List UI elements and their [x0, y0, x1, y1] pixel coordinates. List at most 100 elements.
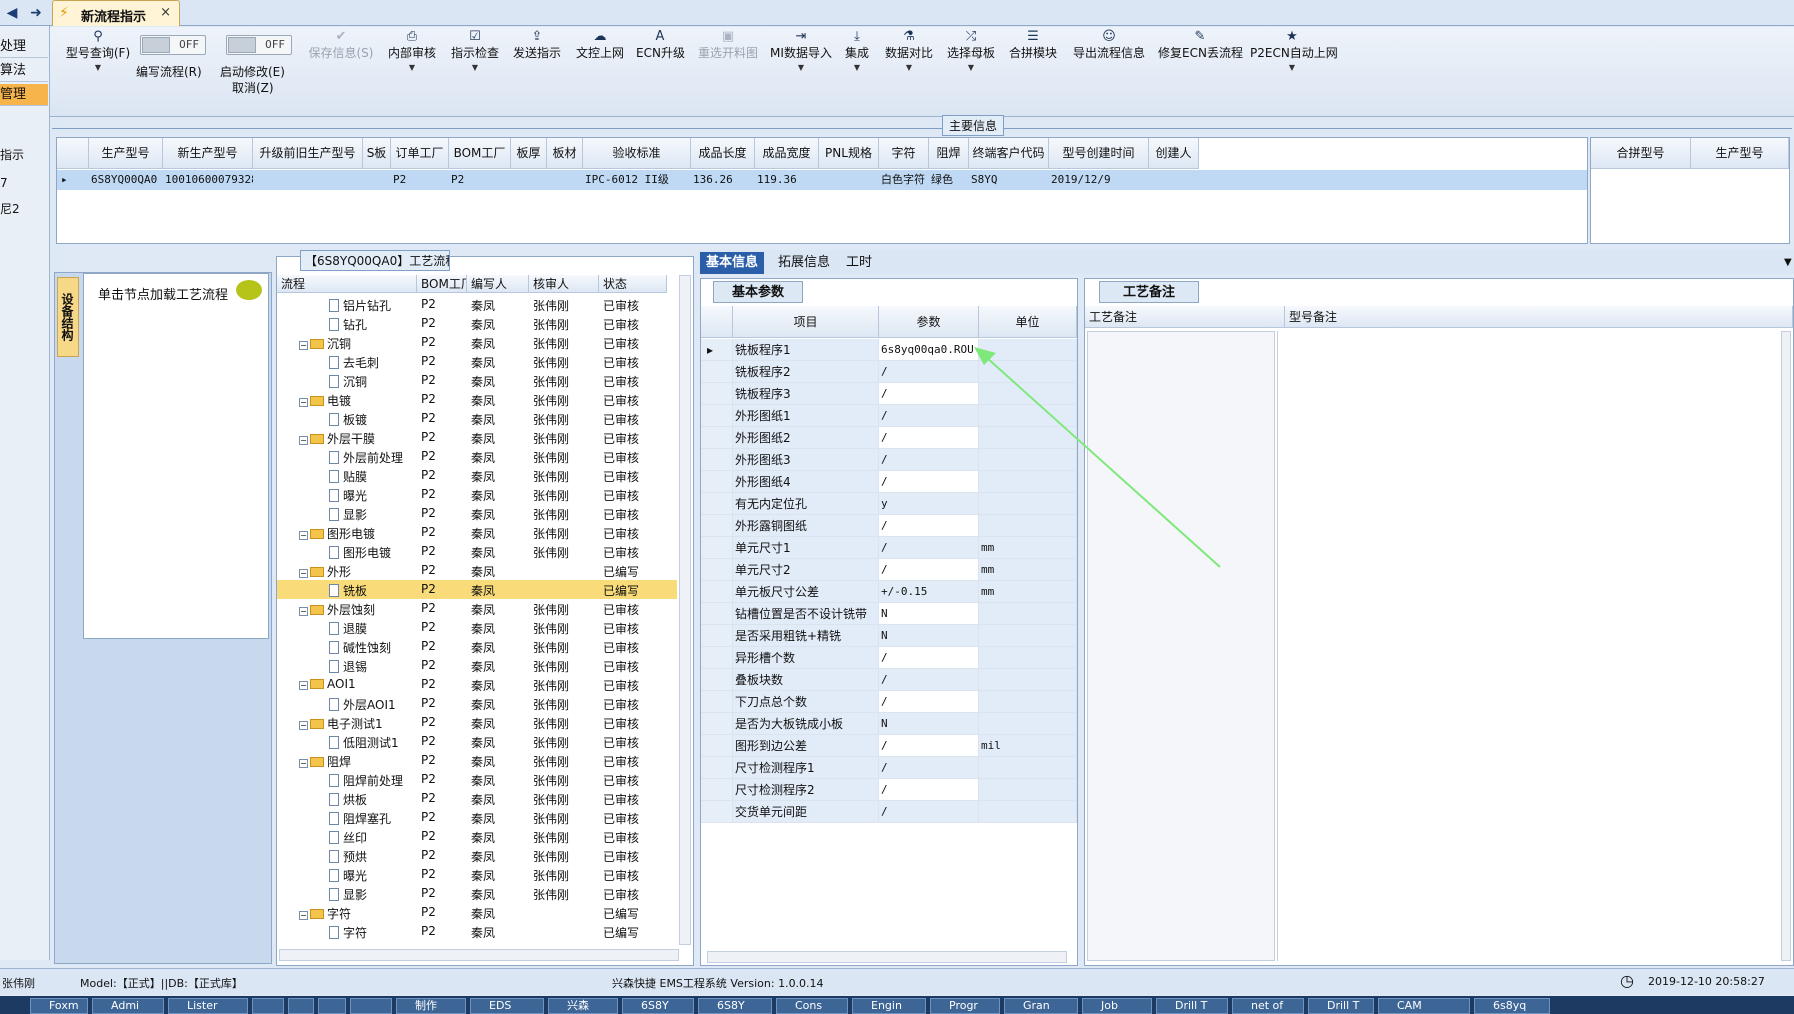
merge-module-button[interactable]: ☰ 合拼模块 [1006, 29, 1060, 61]
param-row[interactable]: 是否采用粗铣+精铣 N [701, 625, 1077, 647]
taskbar-item[interactable]: Foxm [30, 998, 88, 1014]
tree-row[interactable]: − 电子测试1 P2 秦凤 张伟刚 已审核 [277, 713, 677, 732]
tree-row[interactable]: − 图形电镀 P2 秦凤 张伟刚 已审核 [277, 523, 677, 542]
param-value[interactable]: / [879, 361, 979, 383]
tree-row[interactable]: − AOI1 P2 秦凤 张伟刚 已审核 [277, 675, 677, 694]
tree-row[interactable]: − 字符 P2 秦凤 已编写 [277, 903, 677, 922]
param-row[interactable]: 异形槽个数 / [701, 647, 1077, 669]
param-row[interactable]: 图形到边公差 / mil [701, 735, 1077, 757]
taskbar-item[interactable]: Progr [930, 998, 1000, 1014]
param-value[interactable]: / [879, 537, 979, 559]
param-value[interactable]: / [879, 449, 979, 471]
tree-row[interactable]: 退膜 P2 秦凤 张伟刚 已审核 [277, 618, 677, 637]
left-nav-extra-0[interactable]: 指示 [0, 146, 48, 163]
taskbar-item[interactable] [350, 998, 392, 1014]
param-value[interactable]: / [879, 405, 979, 427]
tab-work-hours[interactable]: 工时 [840, 252, 878, 274]
ecn-upgrade-button[interactable]: A ECN升级 [636, 29, 685, 61]
column-header[interactable]: 型号创建时间 [1049, 138, 1149, 169]
collapse-icon[interactable]: − [299, 531, 308, 540]
tree-row[interactable]: 阻焊塞孔 P2 秦凤 张伟刚 已审核 [277, 808, 677, 827]
tree-row[interactable]: 碱性蚀刻 P2 秦凤 张伟刚 已审核 [277, 637, 677, 656]
tree-row[interactable]: 外层前处理 P2 秦凤 张伟刚 已审核 [277, 447, 677, 466]
column-header[interactable]: BOM工厂 [449, 138, 511, 169]
taskbar-item[interactable]: 6S8Y [698, 998, 772, 1014]
tree-row[interactable]: 丝印 P2 秦凤 张伟刚 已审核 [277, 827, 677, 846]
taskbar-item[interactable]: Drill T [1308, 998, 1374, 1014]
column-header[interactable]: 编写人 [467, 275, 529, 293]
column-header[interactable]: 验收标准 [583, 138, 691, 169]
column-header[interactable]: 状态 [599, 275, 667, 293]
tree-row[interactable]: 曝光 P2 秦凤 张伟刚 已审核 [277, 865, 677, 884]
column-header[interactable]: 生产型号 [89, 138, 163, 169]
tree-row[interactable]: 退锡 P2 秦凤 张伟刚 已审核 [277, 656, 677, 675]
collapse-icon[interactable]: − [299, 607, 308, 616]
fix-ecn-button[interactable]: ✎ 修复ECN丢流程 [1158, 29, 1243, 61]
back-arrow-icon[interactable]: ◀ [2, 3, 22, 23]
tree-row[interactable]: − 外层蚀刻 P2 秦凤 张伟刚 已审核 [277, 599, 677, 618]
save-info-button[interactable]: ✔ 保存信息(S) [304, 29, 378, 61]
tree-row[interactable]: 图形电镀 P2 秦凤 张伟刚 已审核 [277, 542, 677, 561]
tree-row[interactable]: 烘板 P2 秦凤 张伟刚 已审核 [277, 789, 677, 808]
taskbar-item[interactable]: Lister [168, 998, 248, 1014]
param-value[interactable]: y [879, 493, 979, 515]
tree-row[interactable]: 预烘 P2 秦凤 张伟刚 已审核 [277, 846, 677, 865]
param-row[interactable]: 是否为大板铣成小板 N [701, 713, 1077, 735]
tree-row[interactable]: − 阻焊 P2 秦凤 张伟刚 已审核 [277, 751, 677, 770]
param-row[interactable]: 尺寸检测程序1/ [701, 757, 1077, 779]
tree-row[interactable]: 显影 P2 秦凤 张伟刚 已审核 [277, 884, 677, 903]
taskbar-item[interactable] [252, 998, 284, 1014]
param-value[interactable]: 6s8yq00qa0.ROU [879, 339, 979, 361]
mi-import-button[interactable]: ⇥ MI数据导入 ▼ [768, 29, 834, 75]
param-value[interactable]: / [879, 779, 979, 801]
chevron-down-icon[interactable]: ▼ [1778, 252, 1794, 274]
column-header[interactable]: 生产型号 [1691, 138, 1789, 169]
taskbar-item[interactable]: Cons [776, 998, 848, 1014]
taskbar-item[interactable] [318, 998, 346, 1014]
collapse-icon[interactable]: − [299, 569, 308, 578]
taskbar-item[interactable]: 6s8yq [1474, 998, 1550, 1014]
column-header[interactable]: 阻焊 [929, 138, 969, 169]
column-header[interactable]: 板厚 [511, 138, 547, 169]
tree-row[interactable]: 低阻测试1 P2 秦凤 张伟刚 已审核 [277, 732, 677, 751]
tab-extended-info[interactable]: 拓展信息 [772, 252, 836, 274]
tree-row[interactable]: 阻焊前处理 P2 秦凤 张伟刚 已审核 [277, 770, 677, 789]
column-header[interactable]: BOM工厂 [417, 275, 467, 293]
data-compare-button[interactable]: ⚗ 数据对比 ▼ [882, 29, 936, 75]
tree-row[interactable]: 去毛刺 P2 秦凤 张伟刚 已审核 [277, 352, 677, 371]
column-header[interactable]: 成品长度 [691, 138, 755, 169]
tree-row[interactable]: 曝光 P2 秦凤 张伟刚 已审核 [277, 485, 677, 504]
column-header[interactable]: 流程 [277, 275, 417, 293]
horizontal-scrollbar[interactable] [279, 949, 679, 961]
tree-row[interactable]: − 沉铜 P2 秦凤 张伟刚 已审核 [277, 333, 677, 352]
cancel-label[interactable]: 取消(Z) [232, 79, 274, 96]
column-header[interactable]: 成品宽度 [755, 138, 819, 169]
export-process-info-button[interactable]: ☺ 导出流程信息 [1070, 29, 1148, 61]
taskbar-item[interactable]: CAM [1378, 998, 1470, 1014]
collapse-icon[interactable]: − [299, 911, 308, 920]
p2ecn-auto-online-button[interactable]: ★ P2ECN自动上网 ▼ [1250, 29, 1338, 75]
column-header[interactable]: 单位 [979, 306, 1077, 338]
tree-row[interactable]: 钻孔 P2 秦凤 张伟刚 已审核 [277, 314, 677, 333]
select-mother-board-button[interactable]: ⤮ 选择母板 ▼ [944, 29, 998, 75]
left-nav-item-1[interactable]: 算法 [0, 60, 48, 82]
integrate-button[interactable]: ⤓ 集成 ▼ [842, 29, 872, 75]
taskbar-item[interactable]: 6S8Y [622, 998, 694, 1014]
taskbar-item[interactable]: Admi [92, 998, 164, 1014]
column-header[interactable]: 订单工厂 [391, 138, 449, 169]
left-nav-item-2[interactable]: 管理 [0, 84, 48, 106]
column-header[interactable]: 终端客户代码 [969, 138, 1049, 169]
column-header[interactable]: 新生产型号 [163, 138, 253, 169]
param-value[interactable]: / [879, 515, 979, 537]
param-value[interactable]: +/-0.15 [879, 581, 979, 603]
param-value[interactable]: / [879, 383, 979, 405]
reselect-cutting-button[interactable]: ▣ 重选开料图 [696, 29, 760, 61]
taskbar-item[interactable]: Engin [852, 998, 926, 1014]
write-flow-toggle[interactable]: OFF [140, 35, 206, 55]
param-value[interactable]: / [879, 471, 979, 493]
column-header[interactable]: 板材 [547, 138, 583, 169]
param-value[interactable]: / [879, 691, 979, 713]
doc-online-button[interactable]: ☁ 文控上网 [572, 29, 628, 61]
tab-new-process[interactable]: ⚡ 新流程指示 × [52, 0, 180, 26]
param-value[interactable]: N [879, 713, 979, 735]
